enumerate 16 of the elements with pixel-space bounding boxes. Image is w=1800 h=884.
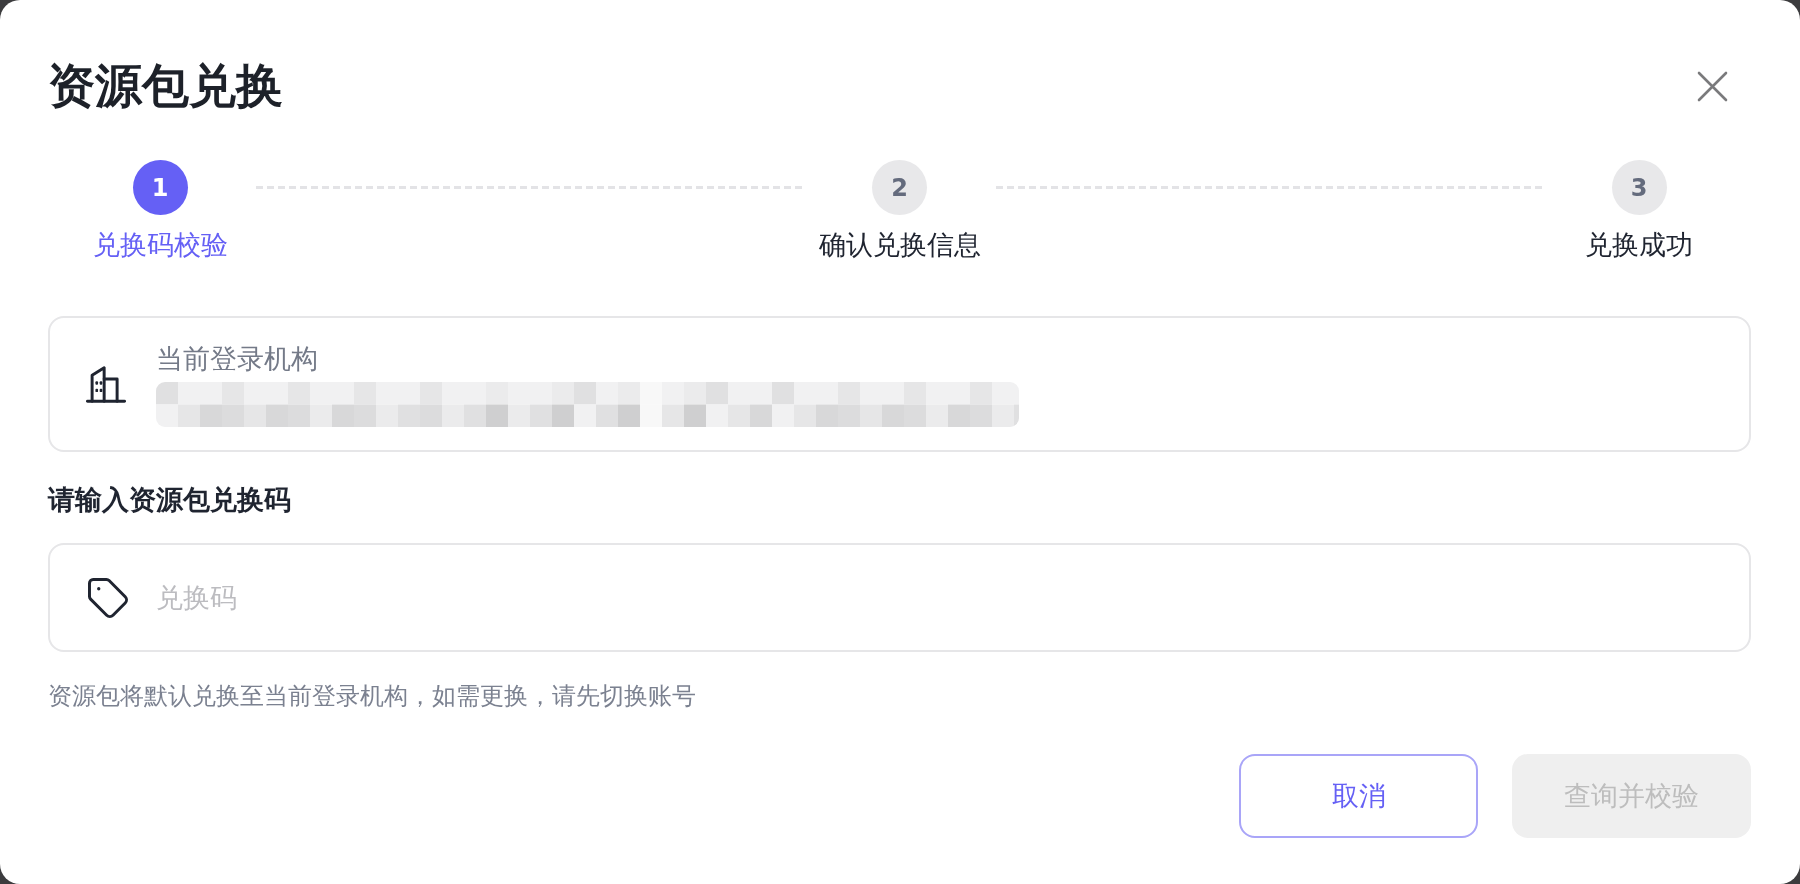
step-number: 1 (132, 160, 188, 215)
redeem-code-label: 请输入资源包兑换码 (48, 483, 292, 517)
hint-text: 资源包将默认兑换至当前登录机构，如需更换，请先切换账号 (48, 681, 697, 712)
organization-label: 当前登录机构 (156, 342, 319, 376)
tag-icon (88, 578, 128, 618)
close-button[interactable] (1697, 70, 1728, 102)
redeem-code-field[interactable]: 兑换码 (48, 543, 1751, 652)
close-icon (1697, 70, 1728, 102)
step-label: 确认兑换信息 (818, 228, 981, 262)
step-number: 2 (872, 160, 927, 215)
step-label: 兑换码校验 (92, 228, 228, 262)
building-icon (86, 365, 126, 403)
dialog-title: 资源包兑换 (48, 57, 283, 115)
step-label: 兑换成功 (1585, 228, 1693, 262)
step-number: 3 (1611, 160, 1667, 215)
cancel-button[interactable]: 取消 (1239, 754, 1478, 838)
